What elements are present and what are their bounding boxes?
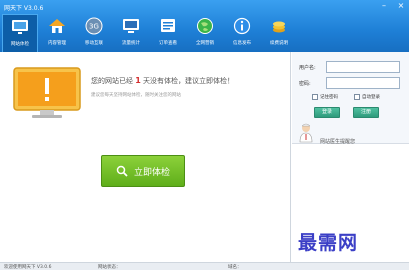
minimize-icon[interactable]: – (380, 2, 388, 10)
status-site: 网站状态： (98, 265, 121, 270)
nav-item-renewal[interactable]: 续费说明 (261, 14, 297, 52)
nav-label: 移动互联 (85, 41, 103, 46)
checkup-panel: 您的网站已经 1 天没有体检，建议立即体检！ 建议您每天坚持网站体检，随时关注您… (0, 52, 291, 262)
house-icon (49, 19, 65, 33)
password-input[interactable] (326, 77, 400, 89)
nav-label: 信息发布 (233, 41, 251, 46)
status-domain: 域名： (228, 265, 242, 270)
auto-login-label: 自动登录 (362, 95, 380, 100)
auto-login-checkbox[interactable] (354, 94, 360, 100)
doctor-tip: 网站医生提醒您 (320, 139, 356, 145)
nav-label: 全网营销 (196, 41, 214, 46)
login-button[interactable]: 登录 (314, 107, 340, 118)
start-checkup-label: 立即体检 (133, 167, 170, 178)
nav-item-site-checkup[interactable]: 网站体检 (2, 14, 38, 52)
window-controls: – × (380, 2, 405, 10)
login-form: 用户名: 密码: 记住密码 自动登录 登录 注册 网站医生提醒您 (292, 52, 409, 145)
nav-item-publish[interactable]: 信息发布 (224, 14, 260, 52)
message-prefix: 您的网站已经 (91, 77, 133, 85)
3g-icon: 3G (85, 17, 103, 35)
password-label: 密码: (299, 81, 311, 87)
checkup-warning-message: 您的网站已经 1 天没有体检，建议立即体检！ (91, 76, 234, 86)
info-icon (233, 17, 251, 35)
order-icon (161, 19, 175, 32)
username-label: 用户名: (299, 65, 316, 71)
nav-item-mobile[interactable]: 3G 移动互联 (76, 14, 112, 52)
window-title: 网天下 V3.0.6 (4, 5, 44, 12)
message-suffix: 天没有体检，建议立即体检！ (143, 77, 235, 85)
status-bar: 欢迎使用网天下 V3.0.6 网站状态： 域名： (0, 262, 409, 270)
checkup-subtext: 建议您每天坚持网站体检，随时关注您的网站 (91, 93, 181, 98)
nav-item-orders[interactable]: 订单查看 (150, 14, 186, 52)
start-checkup-button[interactable]: 立即体检 (101, 155, 185, 187)
app-header: 网天下 V3.0.6 – × 网站体检 内容管理 3G 移动互联 流量统计 订单… (0, 0, 409, 52)
monitor-check-icon (12, 20, 28, 34)
nav-item-traffic[interactable]: 流量统计 (113, 14, 149, 52)
status-welcome: 欢迎使用网天下 V3.0.6 (4, 265, 52, 270)
watermark: 最需网 (298, 232, 359, 254)
register-button[interactable]: 注册 (353, 107, 379, 118)
nav-item-marketing[interactable]: 全网营销 (187, 14, 223, 52)
nav-label: 流量统计 (122, 41, 140, 46)
close-icon[interactable]: × (397, 2, 405, 10)
nav-label: 续费说明 (270, 41, 288, 46)
username-input[interactable] (326, 61, 400, 73)
doctor-icon (299, 123, 313, 143)
search-icon (116, 165, 128, 177)
main-nav: 网站体检 内容管理 3G 移动互联 流量统计 订单查看 全网营销 信息发布 续费… (0, 14, 300, 52)
nav-label: 网站体检 (11, 42, 29, 47)
nav-label: 内容管理 (48, 41, 66, 46)
nav-item-content[interactable]: 内容管理 (39, 14, 75, 52)
nav-label: 订单查看 (159, 41, 177, 46)
remember-password-label: 记住密码 (320, 95, 338, 100)
svg-text:3G: 3G (89, 23, 99, 31)
warning-monitor-icon (13, 67, 81, 118)
days-count: 1 (135, 76, 141, 85)
display-icon (123, 19, 139, 33)
globe-icon (197, 18, 213, 34)
remember-password-checkbox[interactable] (312, 94, 318, 100)
coins-icon (273, 21, 285, 33)
